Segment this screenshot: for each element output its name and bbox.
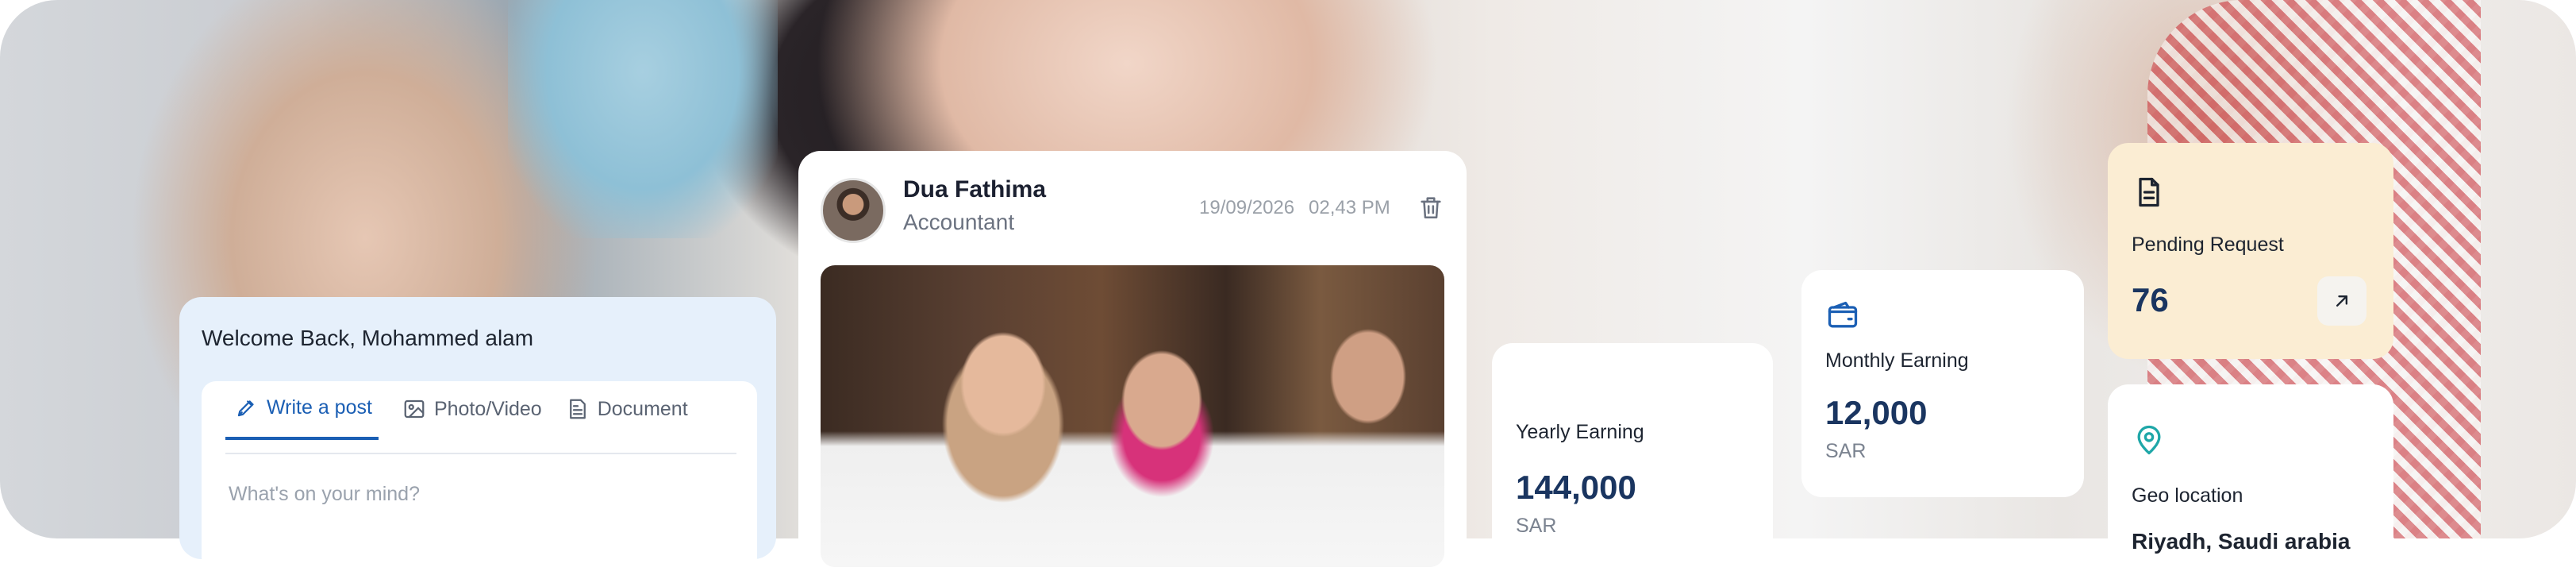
- post-date: 19/09/2026: [1199, 197, 1295, 218]
- welcome-title: Welcome Back, Mohammed alam: [202, 326, 534, 350]
- arrow-up-right-icon: [2336, 295, 2347, 307]
- tab-label: Photo/Video: [433, 397, 542, 420]
- composer-tabs: Write a post Photo/Video Document: [225, 396, 688, 440]
- trash-icon[interactable]: [1417, 194, 1444, 221]
- map-pin-icon: [2137, 425, 2161, 455]
- author-name[interactable]: Dua Fathima: [903, 176, 1046, 203]
- tab-write-post[interactable]: Write a post: [225, 396, 379, 440]
- tab-label: Document: [597, 397, 688, 420]
- stat-label: Yearly Earning: [1516, 421, 1644, 443]
- stat-label: Monthly Earning: [1825, 349, 1969, 372]
- stat-label: Pending Request: [2132, 233, 2284, 256]
- yearly-earning-card: Yearly Earning 144,000 SAR: [1492, 343, 1773, 565]
- stat-value: 144,000: [1516, 469, 1636, 506]
- tab-label: Write a post: [267, 396, 372, 419]
- monthly-earning-card: Monthly Earning 12,000 SAR: [1801, 270, 2084, 497]
- document-icon: [2139, 177, 2159, 207]
- welcome-card: Welcome Back, Mohammed alam Write a post…: [179, 297, 776, 572]
- stat-value: 76: [2132, 281, 2169, 318]
- geo-location-card: Geo location Riyadh, Saudi arabia: [2108, 384, 2393, 575]
- image-icon: [404, 399, 425, 419]
- document-icon: [569, 399, 586, 419]
- wallet-icon: [1828, 301, 1858, 328]
- post-time: 02,43 PM: [1309, 197, 1390, 218]
- stat-unit: SAR: [1825, 440, 1867, 462]
- post-composer: Write a post Photo/Video Document What's…: [202, 381, 757, 572]
- stat-unit: SAR: [1516, 515, 1557, 537]
- author-role: Accountant: [903, 210, 1015, 234]
- pen-icon: [237, 400, 254, 417]
- pending-request-card: Pending Request 76: [2108, 143, 2393, 359]
- post-image[interactable]: [821, 265, 1444, 567]
- tab-document[interactable]: Document: [566, 396, 688, 440]
- divider: [225, 453, 736, 454]
- background-detail: [508, 0, 778, 238]
- avatar[interactable]: [821, 178, 886, 243]
- post-card: Dua Fathima Accountant 19/09/2026 02,43 …: [798, 151, 1467, 567]
- stat-value: 12,000: [1825, 394, 1928, 431]
- post-input[interactable]: What's on your mind?: [229, 483, 420, 506]
- open-pending-button[interactable]: [2317, 276, 2366, 326]
- tab-photo-video[interactable]: Photo/Video: [402, 396, 542, 440]
- location-value: Riyadh, Saudi arabia: [2132, 529, 2351, 554]
- stat-label: Geo location: [2132, 484, 2243, 507]
